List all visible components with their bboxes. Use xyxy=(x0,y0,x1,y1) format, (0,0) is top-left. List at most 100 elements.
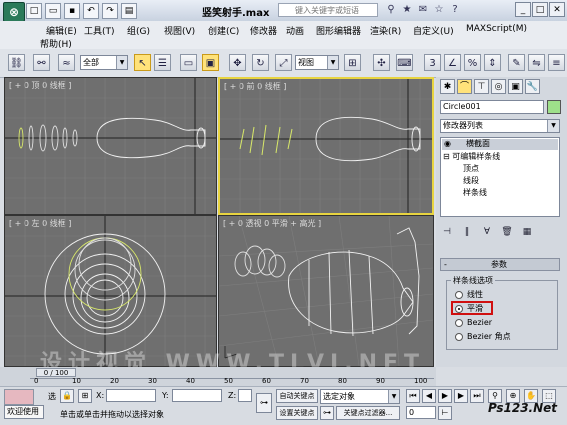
move-icon[interactable]: ✥ xyxy=(229,54,246,71)
utilities-tab-icon[interactable]: 🔧 xyxy=(525,79,540,94)
y-coordinate-field[interactable] xyxy=(172,389,222,402)
new-icon[interactable]: □ xyxy=(26,3,42,19)
maximize-button[interactable]: □ xyxy=(532,2,548,17)
redo-icon[interactable]: ↷ xyxy=(102,3,118,19)
radio-linear[interactable] xyxy=(455,291,463,299)
expand-minus-icon[interactable]: ⊟ xyxy=(443,152,450,161)
menu-create[interactable]: 创建(C) xyxy=(208,24,239,37)
bind-spacewarp-icon[interactable]: ≈ xyxy=(58,54,75,71)
key-icon[interactable]: ⊶ xyxy=(256,393,272,413)
key-filter-icon[interactable]: ⊶ xyxy=(320,406,334,420)
keyboard-shortcut-icon[interactable]: ⌨ xyxy=(396,54,413,71)
app-logo-icon[interactable]: ⊗ xyxy=(3,2,25,22)
go-to-end-icon[interactable]: ⏭ xyxy=(470,389,484,403)
light-bulb-icon[interactable]: ◉ xyxy=(444,139,451,149)
modifier-list-dropdown[interactable]: 修改器列表 ▼ xyxy=(440,119,560,133)
hierarchy-tab-icon[interactable]: ⊤ xyxy=(474,79,489,94)
search-input[interactable]: 键入关键字或短语 xyxy=(278,3,378,17)
welcome-field[interactable]: 欢迎使用 xyxy=(4,405,44,419)
configure-sets-icon[interactable]: ▦ xyxy=(520,225,534,239)
snap-toggle-icon[interactable]: 3 xyxy=(424,54,441,71)
stack-item-segment[interactable]: 线段 xyxy=(463,176,479,186)
select-by-name-icon[interactable]: ☰ xyxy=(154,54,171,71)
x-coordinate-field[interactable] xyxy=(106,389,156,402)
stack-item-editable-spline[interactable]: ⊟ 可编辑样条线 xyxy=(443,152,500,162)
radio-bezier-label[interactable]: Bezier xyxy=(467,318,492,328)
stack-item-vertex[interactable]: 顶点 xyxy=(463,164,479,174)
radio-bezier-corner-label[interactable]: Bezier 角点 xyxy=(467,332,511,342)
align-icon[interactable]: ≡ xyxy=(548,54,565,71)
help-icon[interactable]: ? xyxy=(448,3,462,17)
rectangular-selection-icon[interactable]: ▭ xyxy=(180,54,197,71)
show-end-result-icon[interactable]: ‖ xyxy=(460,225,474,239)
next-frame-icon[interactable]: ▶ xyxy=(454,389,468,403)
modify-tab-icon[interactable]: ⌒ xyxy=(457,79,472,94)
z-coordinate-field[interactable] xyxy=(238,389,252,402)
percent-snap-icon[interactable]: % xyxy=(464,54,481,71)
favorites-icon[interactable]: ☆ xyxy=(432,3,446,17)
object-color-swatch[interactable] xyxy=(547,100,561,114)
rollout-collapse-toggle[interactable]: - xyxy=(444,259,447,270)
selection-filter-dropdown[interactable]: 全部 ▼ xyxy=(80,55,128,70)
display-tab-icon[interactable]: ▣ xyxy=(508,79,523,94)
communication-icon[interactable]: ✉ xyxy=(416,3,430,17)
close-button[interactable]: ✕ xyxy=(549,2,565,17)
radio-bezier-corner[interactable] xyxy=(455,333,463,341)
play-icon[interactable]: ▶ xyxy=(438,389,452,403)
absolute-mode-icon[interactable]: ⊞ xyxy=(78,389,92,403)
current-frame-field[interactable]: 0 xyxy=(406,406,436,419)
lock-selection-icon[interactable]: 🔒 xyxy=(60,389,74,403)
window-crossing-icon[interactable]: ▣ xyxy=(202,54,219,71)
menu-customize[interactable]: 自定义(U) xyxy=(413,24,454,37)
spinner-snap-icon[interactable]: ⇕ xyxy=(484,54,501,71)
menu-views[interactable]: 视图(V) xyxy=(164,24,195,37)
save-icon[interactable]: ▪ xyxy=(64,3,80,19)
time-slider[interactable]: 0 / 100 xyxy=(36,368,76,377)
search-icon[interactable]: ⚲ xyxy=(384,3,398,17)
selection-set-dropdown[interactable]: 选定对象 ▼ xyxy=(320,389,400,404)
stack-item-spline[interactable]: 样条线 xyxy=(463,188,487,198)
menu-graph-editors[interactable]: 图形编辑器 xyxy=(316,24,361,37)
remove-modifier-icon[interactable]: 🗑 xyxy=(500,225,514,239)
minimize-button[interactable]: _ xyxy=(515,2,531,17)
auto-key-button[interactable]: 自动关键点 xyxy=(276,389,318,403)
menu-tools[interactable]: 工具(T) xyxy=(84,24,115,37)
create-tab-icon[interactable]: ✱ xyxy=(440,79,455,94)
link-icon[interactable]: ⛓ xyxy=(8,54,25,71)
open-icon[interactable]: ▭ xyxy=(45,3,61,19)
key-mode-icon[interactable]: ⊢ xyxy=(438,406,452,420)
viewport-front[interactable]: [ + 0 前 0 线框 ] xyxy=(218,77,434,215)
menu-modifiers[interactable]: 修改器 xyxy=(250,24,277,37)
menu-animation[interactable]: 动画 xyxy=(286,24,304,37)
mirror-icon[interactable]: ⇋ xyxy=(528,54,545,71)
stack-item-cross-section[interactable]: ◉ 横截面 xyxy=(442,139,558,150)
subscription-icon[interactable]: ★ xyxy=(400,3,414,17)
scale-icon[interactable]: ⤢ xyxy=(275,54,292,71)
named-selection-icon[interactable]: ✎ xyxy=(508,54,525,71)
motion-tab-icon[interactable]: ◎ xyxy=(491,79,506,94)
set-key-button[interactable]: 设置关键点 xyxy=(276,406,318,420)
menu-group[interactable]: 组(G) xyxy=(127,24,150,37)
maxscript-listener[interactable] xyxy=(4,389,34,405)
select-manipulate-icon[interactable]: ✣ xyxy=(373,54,390,71)
radio-bezier[interactable] xyxy=(455,319,463,327)
reference-coord-dropdown[interactable]: 视图 ▼ xyxy=(295,55,339,70)
radio-linear-label[interactable]: 线性 xyxy=(467,290,483,300)
undo-icon[interactable]: ↶ xyxy=(83,3,99,19)
rotate-icon[interactable]: ↻ xyxy=(252,54,269,71)
pivot-center-icon[interactable]: ⊞ xyxy=(344,54,361,71)
go-to-start-icon[interactable]: ⏮ xyxy=(406,389,420,403)
previous-frame-icon[interactable]: ◀ xyxy=(422,389,436,403)
key-filters-button[interactable]: 关键点过滤器... xyxy=(336,406,400,420)
menu-edit[interactable]: 编辑(E) xyxy=(46,24,77,37)
make-unique-icon[interactable]: ∀ xyxy=(480,225,494,239)
parameters-rollout-header[interactable]: - 参数 xyxy=(440,258,560,271)
viewport-top[interactable]: [ + 0 顶 0 线框 ] xyxy=(4,77,217,215)
object-name-field[interactable]: Circle001 xyxy=(440,100,544,114)
unlink-icon[interactable]: ⚯ xyxy=(33,54,50,71)
menu-maxscript[interactable]: MAXScript(M) xyxy=(466,24,527,34)
select-object-icon[interactable]: ↖ xyxy=(134,54,151,71)
angle-snap-icon[interactable]: ∠ xyxy=(444,54,461,71)
menu-rendering[interactable]: 渲染(R) xyxy=(370,24,401,37)
project-icon[interactable]: ▤ xyxy=(121,3,137,19)
